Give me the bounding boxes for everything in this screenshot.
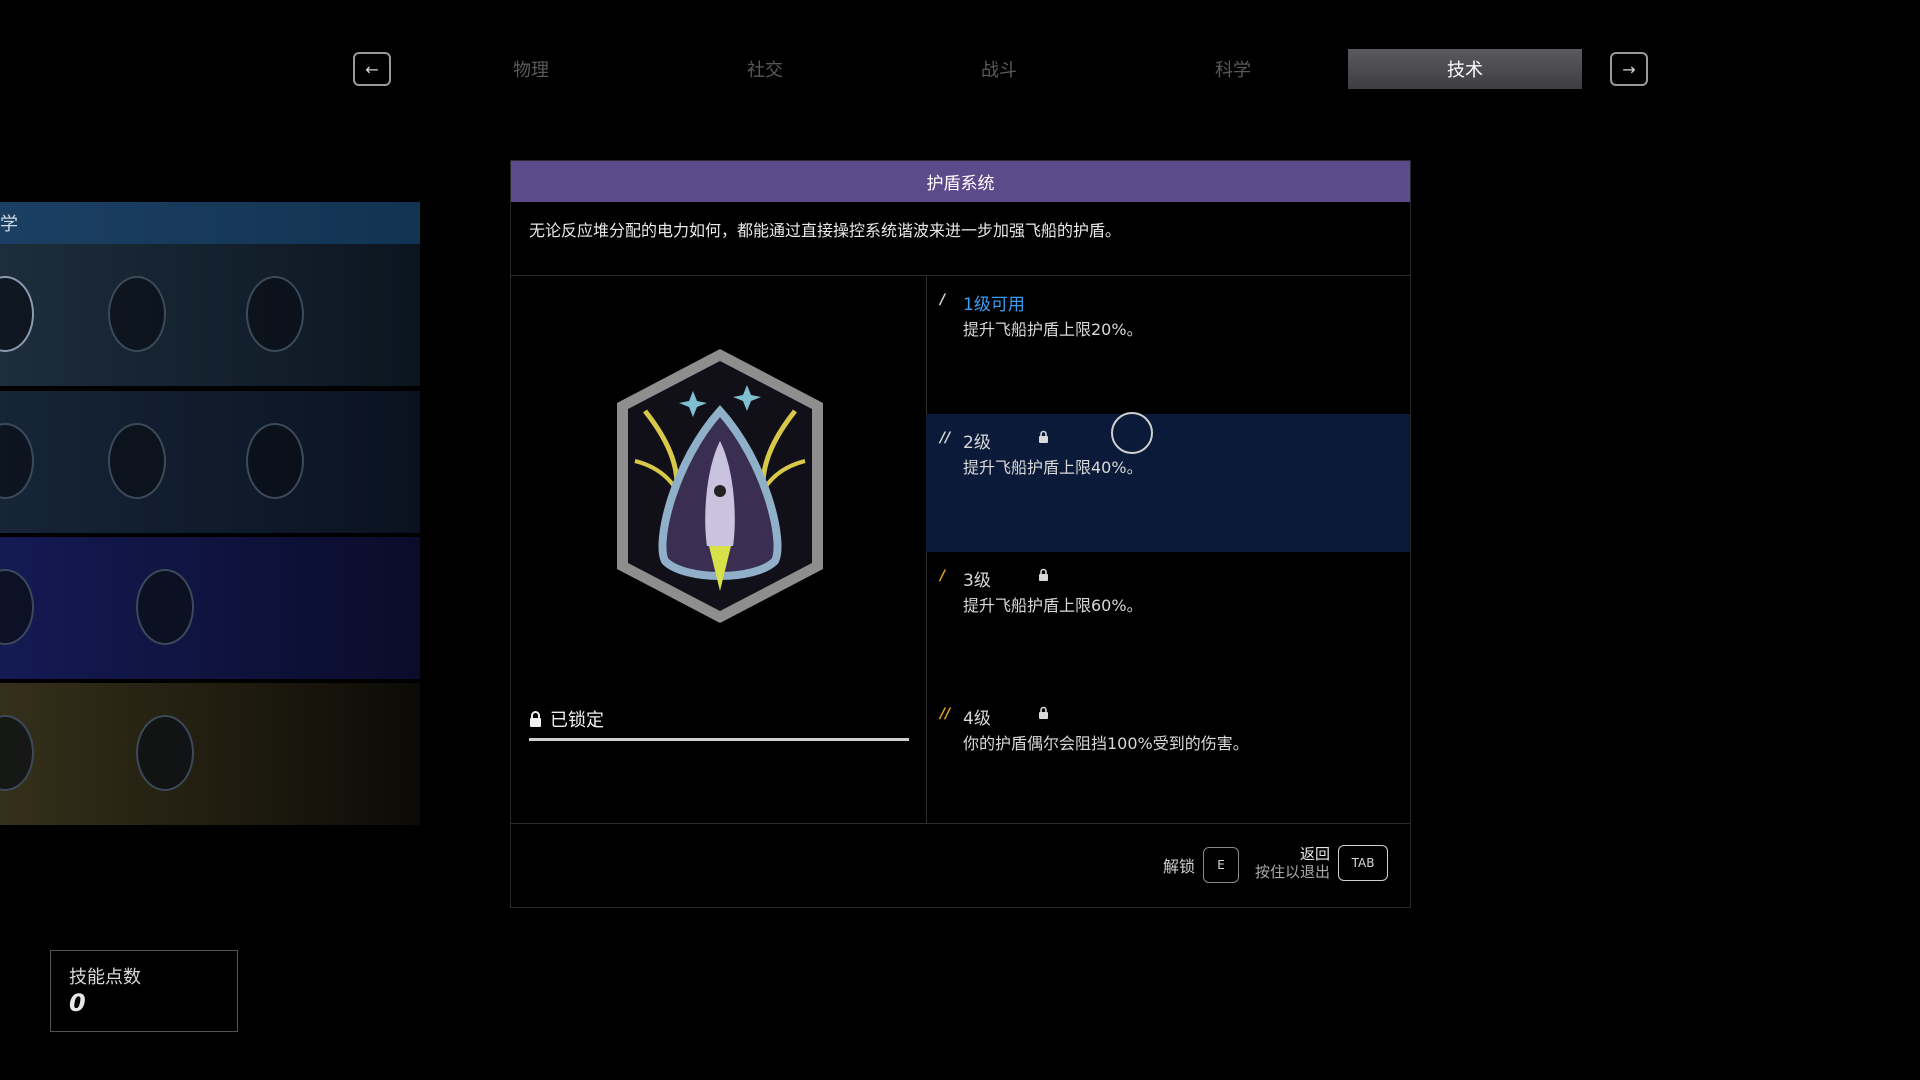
rank-title: 3级 [963,571,991,591]
tab-label: 物理 [513,60,549,81]
skill-node[interactable] [0,423,34,499]
rank-row-3[interactable]: / 3级 提升飞船护盾上限60%。 [926,552,1410,690]
rank-row-1[interactable]: / 1级可用 提升飞船护盾上限20%。 [926,276,1410,414]
tree-category-label: 学 [0,214,18,235]
tree-tier-1 [0,244,420,386]
skill-points-box: 技能点数 0 [50,950,238,1032]
tab-label: 技术 [1447,60,1483,81]
skill-points-value: 0 [69,989,86,1017]
skill-status-label: 已锁定 [550,710,604,731]
rank-description: 提升飞船护盾上限40%。 [963,458,1143,477]
skill-node[interactable] [136,569,194,645]
lock-icon [1039,706,1048,719]
tab-science[interactable]: 科学 [1116,49,1350,89]
unlock-control[interactable]: 解锁 E [1163,847,1240,883]
tree-tier-3 [0,537,420,679]
tab-label: 社交 [747,60,783,81]
tab-social[interactable]: 社交 [648,49,882,89]
skill-node[interactable] [108,276,166,352]
rank-1-marker-icon: / [940,292,946,308]
unlock-label: 解锁 [1163,857,1196,876]
tree-tier-2 [0,391,420,533]
tab-combat[interactable]: 战斗 [882,49,1116,89]
cursor-ring [1111,412,1153,454]
lock-icon [530,710,541,727]
tree-tier-4 [0,683,420,825]
arrow-right-icon: → [1622,59,1636,79]
skill-progress-bar [529,738,909,741]
rank-title: 4级 [963,709,991,729]
tab-physical[interactable]: 物理 [414,49,648,89]
skill-node[interactable] [246,276,304,352]
prev-tab-button[interactable]: ← [353,52,391,86]
tab-label: 战斗 [981,60,1017,81]
next-tab-button[interactable]: → [1610,52,1648,86]
rank-description: 提升飞船护盾上限60%。 [963,596,1143,615]
hold-to-exit-label: 按住以退出 [1255,863,1331,881]
rank-title: 2级 [963,433,991,453]
rank-description: 你的护盾偶尔会阻挡100%受到的伤害。 [963,734,1249,753]
rank-description: 提升飞船护盾上限20%。 [963,320,1143,339]
skill-status: 已锁定 [529,706,604,732]
skill-node[interactable] [108,423,166,499]
skill-title: 护盾系统 [511,161,1410,202]
skill-node[interactable] [246,423,304,499]
shield-systems-patch-icon [617,349,823,623]
arrow-left-icon: ← [365,59,379,79]
back-control[interactable]: 返回 按住以退出 TAB [1255,845,1389,881]
lock-icon [1039,568,1048,581]
rank-row-2[interactable]: // 2级 提升飞船护盾上限40%。 [926,414,1410,552]
tab-key-hint[interactable]: TAB [1338,845,1389,881]
rank-row-4[interactable]: // 4级 你的护盾偶尔会阻挡100%受到的伤害。 [926,690,1410,828]
skill-node[interactable] [0,569,34,645]
tab-tech[interactable]: 技术 [1348,49,1582,89]
skill-description: 无论反应堆分配的电力如何，都能通过直接操控系统谐波来进一步加强飞船的护盾。 [529,221,1122,240]
skill-detail-panel: 护盾系统 无论反应堆分配的电力如何，都能通过直接操控系统谐波来进一步加强飞船的护… [510,160,1411,908]
rank-4-marker-icon: // [940,706,951,722]
skill-node[interactable] [136,715,194,791]
skill-points-label: 技能点数 [69,967,141,988]
lock-icon [1039,430,1048,443]
tab-label: 科学 [1215,60,1251,81]
rank-3-marker-icon: / [940,568,946,584]
unlock-key-hint[interactable]: E [1203,847,1240,883]
skill-node[interactable] [0,276,34,352]
back-label: 返回 [1300,845,1331,863]
rank-2-marker-icon: // [940,430,951,446]
rank-title: 1级可用 [963,295,1025,315]
tree-category-header: 学 [0,202,420,244]
skill-node[interactable] [0,715,34,791]
